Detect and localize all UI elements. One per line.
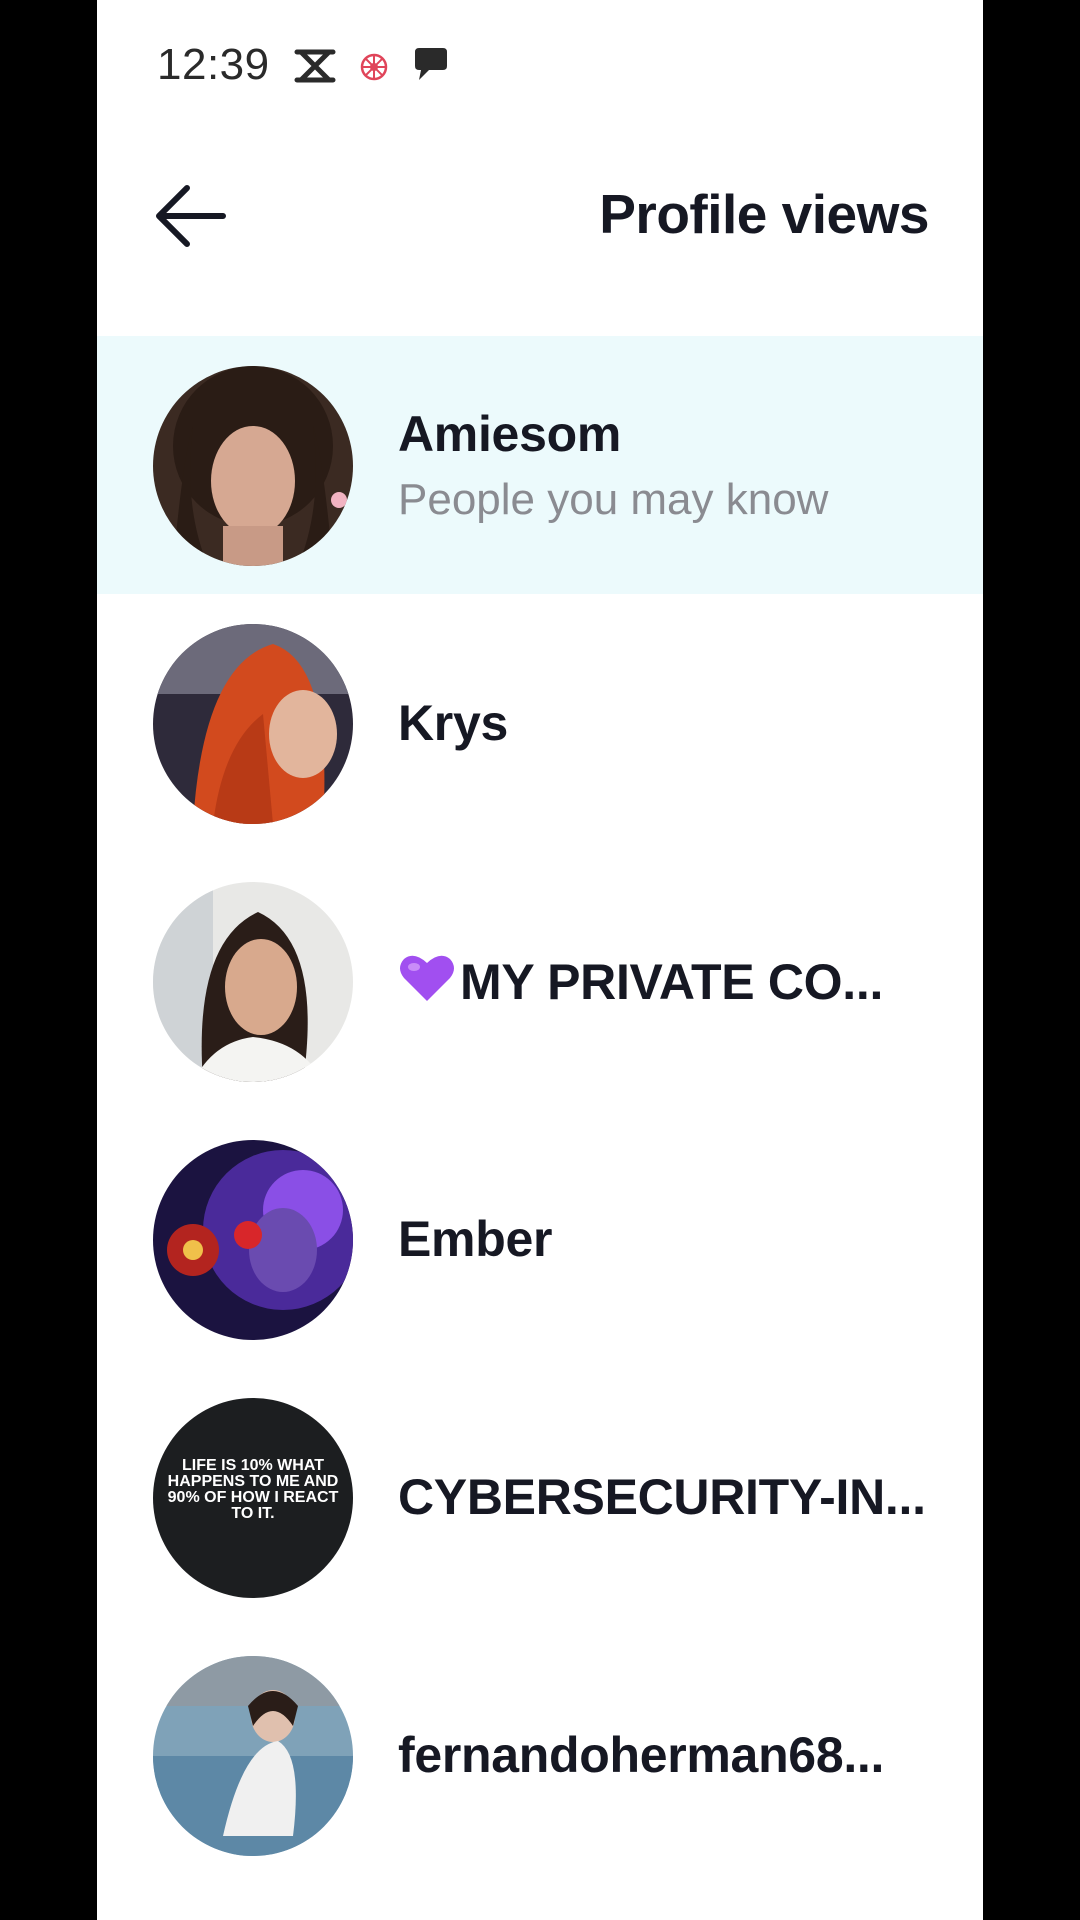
viewer-name-text: MY PRIVATE CO... <box>460 954 884 1010</box>
viewer-name: MY PRIVATE CO... <box>398 951 953 1011</box>
viewer-info: Ember <box>398 1110 953 1368</box>
avatar[interactable]: LIFE IS 10% WHAT HAPPENS TO ME AND 90% O… <box>153 1398 353 1598</box>
avatar[interactable] <box>153 1656 353 1856</box>
viewer-row[interactable]: LIFE IS 10% WHAT HAPPENS TO ME AND 90% O… <box>97 1368 983 1626</box>
viewer-info: Krys <box>398 594 953 852</box>
viewer-name: CYBERSECURITY-IN... <box>398 1469 926 1525</box>
chat-bubble-icon <box>409 46 453 86</box>
avatar[interactable] <box>153 882 353 1082</box>
page-title: Profile views <box>599 183 929 245</box>
viewer-row[interactable]: fernandoherman68... <box>97 1626 983 1884</box>
status-time: 12:39 <box>157 40 270 89</box>
viewer-name: fernandoherman68... <box>398 1727 885 1783</box>
viewer-info: MY PRIVATE CO... <box>398 852 953 1110</box>
viewer-subtitle: People you may know <box>398 475 829 524</box>
viewer-info: fernandoherman68... <box>398 1626 953 1884</box>
viewer-name: Ember <box>398 1211 553 1267</box>
profile-viewers-list: Amiesom People you may know Krys MY PRIV… <box>97 336 983 1884</box>
avatar-quote-text: LIFE IS 10% WHAT HAPPENS TO ME AND 90% O… <box>167 1458 339 1522</box>
status-bar: 12:39 <box>97 36 983 96</box>
app-screen: 12:39 Profile views Amiesom People you m… <box>97 0 983 1920</box>
flower-icon <box>359 52 389 82</box>
viewer-name: Amiesom <box>398 406 621 462</box>
avatar[interactable] <box>153 366 353 566</box>
avatar[interactable] <box>153 1140 353 1340</box>
arrow-left-icon <box>156 185 226 247</box>
header: Profile views <box>97 160 983 270</box>
viewer-row[interactable]: Amiesom People you may know <box>97 336 983 594</box>
viewer-name: Krys <box>398 695 508 751</box>
purple-heart-icon <box>400 955 454 1001</box>
viewer-info: Amiesom People you may know <box>398 336 953 594</box>
back-button[interactable] <box>149 180 233 252</box>
viewer-info: CYBERSECURITY-IN... <box>398 1368 953 1626</box>
capcut-icon <box>293 46 337 86</box>
viewer-row[interactable]: Ember <box>97 1110 983 1368</box>
avatar[interactable] <box>153 624 353 824</box>
viewer-row[interactable]: MY PRIVATE CO... <box>97 852 983 1110</box>
viewer-row[interactable]: Krys <box>97 594 983 852</box>
